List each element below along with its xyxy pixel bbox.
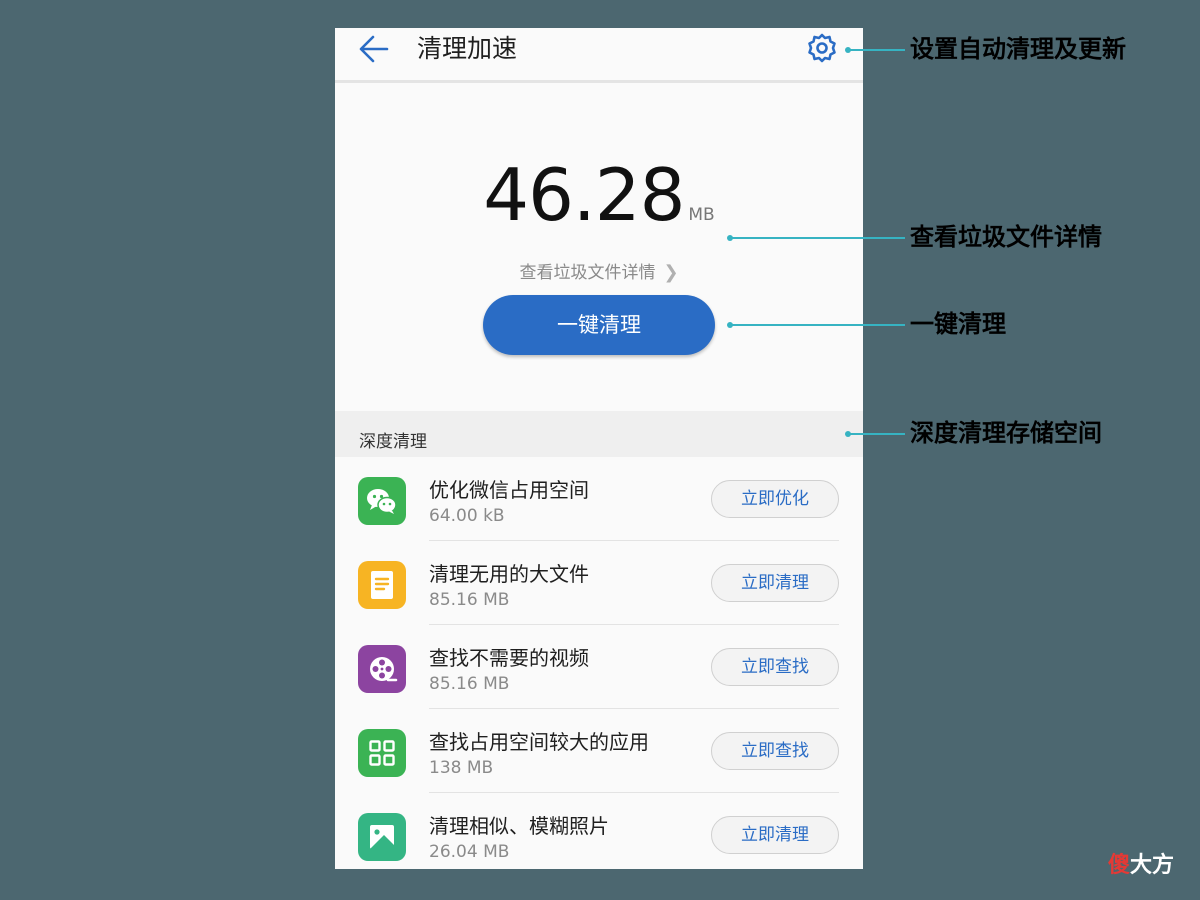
list-item[interactable]: 查找不需要的视频 85.16 MB 立即查找 xyxy=(335,625,863,709)
item-title: 查找占用空间较大的应用 xyxy=(429,730,649,754)
item-size: 85.16 MB xyxy=(429,590,510,610)
wechat-icon xyxy=(358,477,406,525)
document-icon xyxy=(358,561,406,609)
item-title: 优化微信占用空间 xyxy=(429,478,589,502)
item-size: 85.16 MB xyxy=(429,674,510,694)
app-grid-icon xyxy=(358,729,406,777)
callout-line-deep xyxy=(850,433,905,435)
clean-button[interactable]: 立即清理 xyxy=(711,564,839,602)
item-title: 清理无用的大文件 xyxy=(429,562,589,586)
one-key-clean-button[interactable]: 一键清理 xyxy=(483,295,715,355)
watermark-first-char: 傻 xyxy=(1108,853,1131,878)
back-button[interactable] xyxy=(357,32,391,66)
callout-line-details xyxy=(732,237,905,239)
callout-details: 查看垃圾文件详情 xyxy=(910,223,1102,251)
cleanup-summary: 46.28 MB 查看垃圾文件详情 ❯ 一键清理 xyxy=(335,83,863,411)
item-size: 138 MB xyxy=(429,758,494,778)
list-item[interactable]: 清理无用的大文件 85.16 MB 立即清理 xyxy=(335,541,863,625)
list-item[interactable]: 清理相似、模糊照片 26.04 MB 立即清理 xyxy=(335,793,863,869)
list-item[interactable]: 优化微信占用空间 64.00 kB 立即优化 xyxy=(335,457,863,541)
section-title: 深度清理 xyxy=(359,432,427,452)
gear-icon xyxy=(808,33,836,63)
callout-one-key: 一键清理 xyxy=(910,310,1006,338)
settings-button[interactable] xyxy=(806,31,838,65)
optimize-button[interactable]: 立即优化 xyxy=(711,480,839,518)
item-size: 26.04 MB xyxy=(429,842,510,862)
page-title: 清理加速 xyxy=(417,34,518,63)
item-title: 查找不需要的视频 xyxy=(429,646,589,670)
callout-settings: 设置自动清理及更新 xyxy=(910,35,1126,63)
callout-line-settings xyxy=(850,49,905,51)
junk-amount-unit: MB xyxy=(688,205,715,225)
item-title: 清理相似、模糊照片 xyxy=(429,814,609,838)
app-header: 清理加速 xyxy=(335,28,863,83)
junk-amount: 46.28 MB xyxy=(335,153,863,237)
view-junk-details-label: 查看垃圾文件详情 xyxy=(519,263,656,283)
photo-icon xyxy=(358,813,406,861)
deep-clean-section-header: 深度清理 xyxy=(335,411,863,457)
watermark-logo: 傻大方 xyxy=(1108,847,1174,879)
find-button[interactable]: 立即查找 xyxy=(711,732,839,770)
deep-clean-list: 优化微信占用空间 64.00 kB 立即优化 清理无用的大文件 85.16 MB… xyxy=(335,457,863,869)
callout-deep: 深度清理存储空间 xyxy=(910,419,1102,447)
watermark-rest: 大方 xyxy=(1130,853,1175,878)
arrow-left-icon xyxy=(359,35,389,63)
find-button[interactable]: 立即查找 xyxy=(711,648,839,686)
list-item[interactable]: 查找占用空间较大的应用 138 MB 立即查找 xyxy=(335,709,863,793)
clean-button[interactable]: 立即清理 xyxy=(711,816,839,854)
junk-amount-value: 46.28 xyxy=(483,153,685,237)
film-reel-icon xyxy=(358,645,406,693)
callout-line-one-key xyxy=(732,324,905,326)
view-junk-details-link[interactable]: 查看垃圾文件详情 ❯ xyxy=(335,258,863,283)
chevron-right-icon: ❯ xyxy=(663,262,679,283)
item-size: 64.00 kB xyxy=(429,506,505,526)
phone-screen: 清理加速 46.28 MB 查看垃圾文件详情 ❯ 一键清理 深度清理 优化微信占… xyxy=(335,28,863,869)
